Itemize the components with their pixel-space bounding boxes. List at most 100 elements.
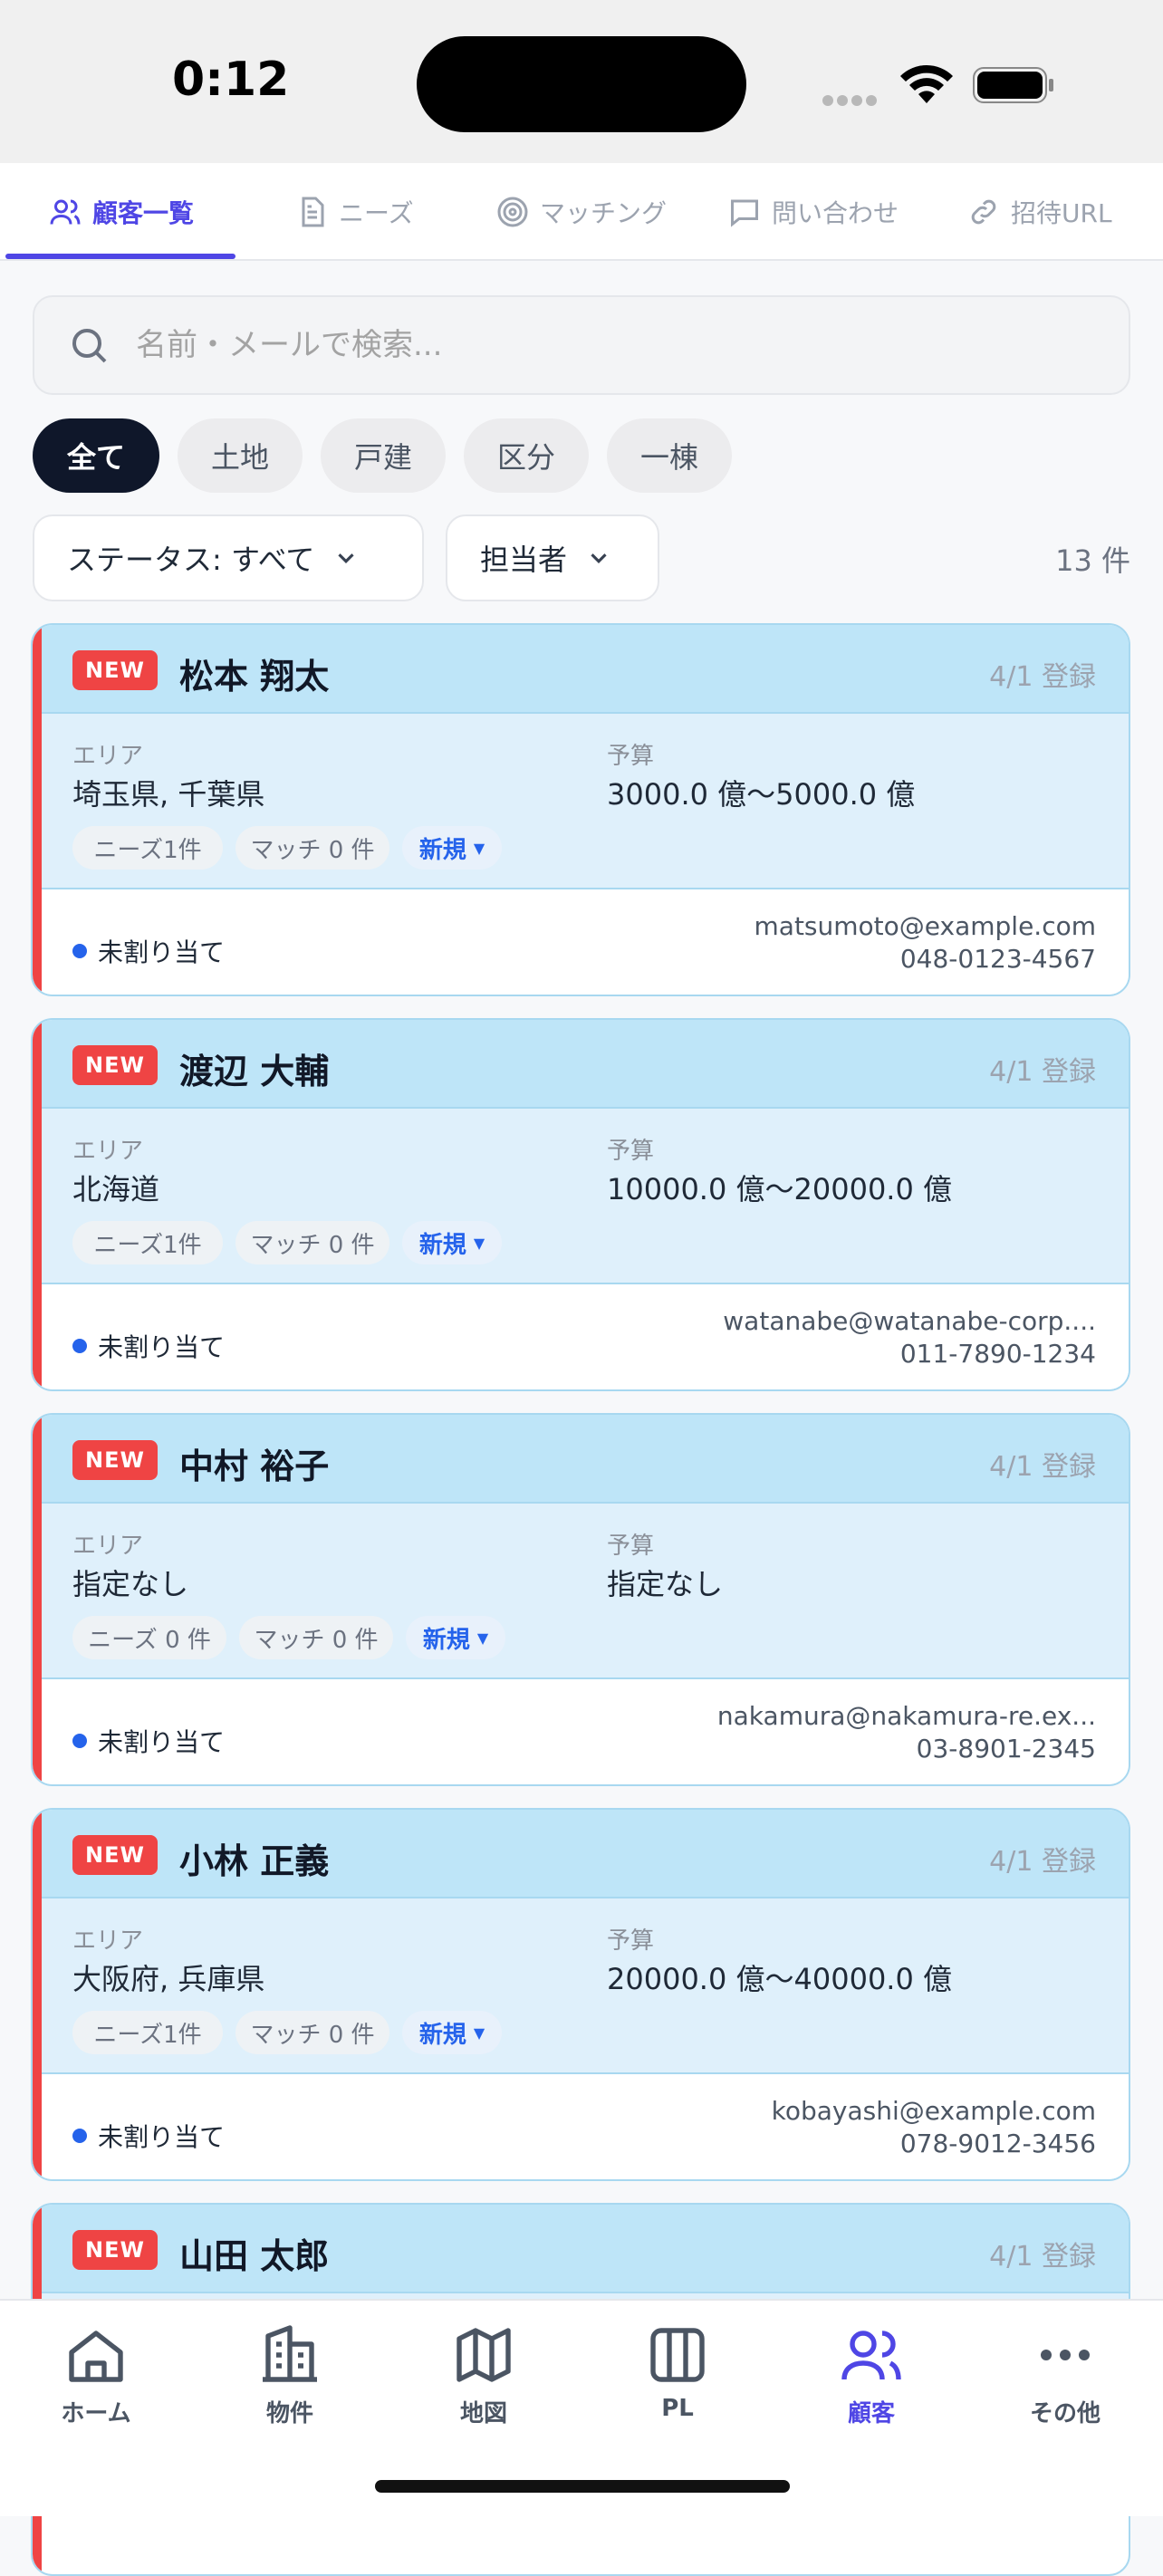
assignee: 未割り当て xyxy=(72,2118,225,2154)
signal-icon xyxy=(822,92,884,106)
tab-label: 問い合わせ xyxy=(772,198,899,228)
assignee: 未割り当て xyxy=(72,1328,225,1364)
customer-email[interactable]: kobayashi@example.com xyxy=(772,2096,1096,2126)
home-icon xyxy=(69,2331,123,2382)
customer-card[interactable]: NEW 渡辺 大輔 4/1 登録 エリア 北海道 予算 10000.0 億〜20… xyxy=(31,1018,1130,1391)
budget-value: 20000.0 億〜40000.0 億 xyxy=(607,1962,953,1996)
caret-down-icon: ▼ xyxy=(476,1629,489,1647)
filter-house[interactable]: 戸建 xyxy=(321,418,446,493)
status-label: 新規 xyxy=(418,1231,466,1259)
filter-building[interactable]: 一棟 xyxy=(607,418,732,493)
assignee: 未割り当て xyxy=(72,1723,225,1759)
new-badge: NEW xyxy=(72,2230,158,2270)
columns-icon xyxy=(650,2328,705,2382)
search-input[interactable] xyxy=(136,327,1042,363)
tab-needs[interactable]: ニーズ xyxy=(295,163,414,261)
customer-phone[interactable]: 048-0123-4567 xyxy=(900,944,1096,974)
customer-name: 小林 正義 xyxy=(179,1841,330,1881)
nav-map[interactable]: 地図 xyxy=(411,2322,556,2431)
nav-label: ホーム xyxy=(61,2400,131,2427)
home-indicator xyxy=(375,2480,790,2493)
status-label: 新規 xyxy=(422,1626,470,1654)
budget-label: 予算 xyxy=(607,743,655,770)
assignee-label: 未割り当て xyxy=(98,937,226,967)
nav-label: 顧客 xyxy=(847,2400,895,2427)
assignee-label: 未割り当て xyxy=(98,2122,226,2152)
tab-label: 招待URL xyxy=(1011,198,1112,228)
new-badge: NEW xyxy=(72,650,158,690)
result-count: 13 件 xyxy=(1055,543,1130,578)
card-accent xyxy=(33,1020,42,1389)
status-select[interactable]: 新規 ▼ xyxy=(402,1221,502,1264)
card-header: NEW 松本 翔太 4/1 登録 xyxy=(42,625,1129,714)
nav-home[interactable]: ホーム xyxy=(24,2322,168,2431)
status-select[interactable]: 新規 ▼ xyxy=(402,2011,502,2054)
search-box xyxy=(33,295,1130,395)
customer-email[interactable]: watanabe@watanabe-corp.... xyxy=(723,1306,1096,1336)
budget-label: 予算 xyxy=(607,1533,655,1560)
top-tabbar: 顧客一覧 ニーズ マッチング 問い合わせ 招待URL xyxy=(0,163,1163,261)
status-dropdown[interactable]: ステータス: すべて xyxy=(33,514,424,601)
users-icon xyxy=(841,2331,901,2380)
filter-all[interactable]: 全て xyxy=(33,418,159,493)
customer-card[interactable]: NEW 小林 正義 4/1 登録 エリア 大阪府, 兵庫県 予算 20000.0… xyxy=(31,1808,1130,2181)
customer-card[interactable]: NEW 中村 裕子 4/1 登録 エリア 指定なし 予算 指定なし ニーズ 0 … xyxy=(31,1413,1130,1786)
status-select[interactable]: 新規 ▼ xyxy=(406,1616,505,1659)
nav-more[interactable]: その他 xyxy=(993,2322,1138,2431)
area-label: エリア xyxy=(72,1533,144,1560)
match-count: マッチ 0 件 xyxy=(239,1616,393,1659)
tab-customer-list[interactable]: 顧客一覧 xyxy=(49,163,194,261)
customer-phone[interactable]: 078-9012-3456 xyxy=(900,2129,1096,2158)
customer-email[interactable]: nakamura@nakamura-re.ex... xyxy=(717,1701,1096,1731)
document-icon xyxy=(302,197,324,227)
tab-label: マッチング xyxy=(540,198,668,228)
link-icon xyxy=(971,199,996,225)
assignee-dot xyxy=(72,1339,87,1353)
registration-date: 4/1 登録 xyxy=(989,2241,1096,2273)
wifi-icon xyxy=(900,64,953,103)
dynamic-island xyxy=(417,36,746,132)
card-details: エリア 指定なし 予算 指定なし ニーズ 0 件 マッチ 0 件 新規 ▼ xyxy=(42,1504,1129,1679)
area-label: エリア xyxy=(72,1138,144,1165)
customer-name: 松本 翔太 xyxy=(179,657,330,697)
target-icon xyxy=(497,197,528,227)
nav-customers[interactable]: 顧客 xyxy=(799,2322,944,2431)
nav-properties[interactable]: 物件 xyxy=(217,2322,362,2431)
customer-phone[interactable]: 03-8901-2345 xyxy=(917,1734,1096,1764)
owner-dropdown[interactable]: 担当者 xyxy=(446,514,659,601)
card-footer: 未割り当て matsumoto@example.com 048-0123-456… xyxy=(42,889,1129,995)
card-header: NEW 中村 裕子 4/1 登録 xyxy=(42,1415,1129,1504)
tab-label: 顧客一覧 xyxy=(92,198,195,228)
status-select[interactable]: 新規 ▼ xyxy=(402,826,502,870)
tab-inquiries[interactable]: 問い合わせ xyxy=(728,163,899,261)
card-accent xyxy=(33,1415,42,1784)
customer-name: 山田 太郎 xyxy=(179,2236,330,2276)
assignee-dot xyxy=(72,2129,87,2143)
filter-land[interactable]: 土地 xyxy=(178,418,303,493)
customer-email[interactable]: matsumoto@example.com xyxy=(755,911,1096,941)
needs-count: ニーズ 0 件 xyxy=(72,1616,226,1659)
nav-label: 物件 xyxy=(265,2400,313,2427)
status-bar: 0:12 xyxy=(0,0,1163,163)
tab-matching[interactable]: マッチング xyxy=(496,163,667,261)
area-value: 埼玉県, 千葉県 xyxy=(72,777,265,812)
tab-invite-url[interactable]: 招待URL xyxy=(967,163,1112,261)
more-icon xyxy=(1041,2350,1090,2360)
card-header: NEW 山田 太郎 4/1 登録 xyxy=(42,2205,1129,2293)
customer-name: 渡辺 大輔 xyxy=(179,1052,330,1091)
caret-down-icon: ▼ xyxy=(473,1234,485,1252)
card-details: エリア 埼玉県, 千葉県 予算 3000.0 億〜5000.0 億 ニーズ1件 … xyxy=(42,714,1129,889)
card-accent xyxy=(33,625,42,995)
nav-pl[interactable]: PL xyxy=(605,2322,750,2431)
budget-value: 10000.0 億〜20000.0 億 xyxy=(607,1172,953,1206)
filter-unit[interactable]: 区分 xyxy=(464,418,589,493)
chevron-down-icon xyxy=(591,553,607,563)
chat-icon xyxy=(731,199,758,227)
customer-card[interactable]: NEW 松本 翔太 4/1 登録 エリア 埼玉県, 千葉県 予算 3000.0 … xyxy=(31,623,1130,996)
registration-date: 4/1 登録 xyxy=(989,1056,1096,1088)
area-value: 大阪府, 兵庫県 xyxy=(72,1962,265,1996)
card-details: エリア 大阪府, 兵庫県 予算 20000.0 億〜40000.0 億 ニーズ1… xyxy=(42,1898,1129,2074)
customer-phone[interactable]: 011-7890-1234 xyxy=(900,1339,1096,1369)
needs-count: ニーズ1件 xyxy=(72,2011,223,2054)
assignee-label: 未割り当て xyxy=(98,1332,226,1362)
